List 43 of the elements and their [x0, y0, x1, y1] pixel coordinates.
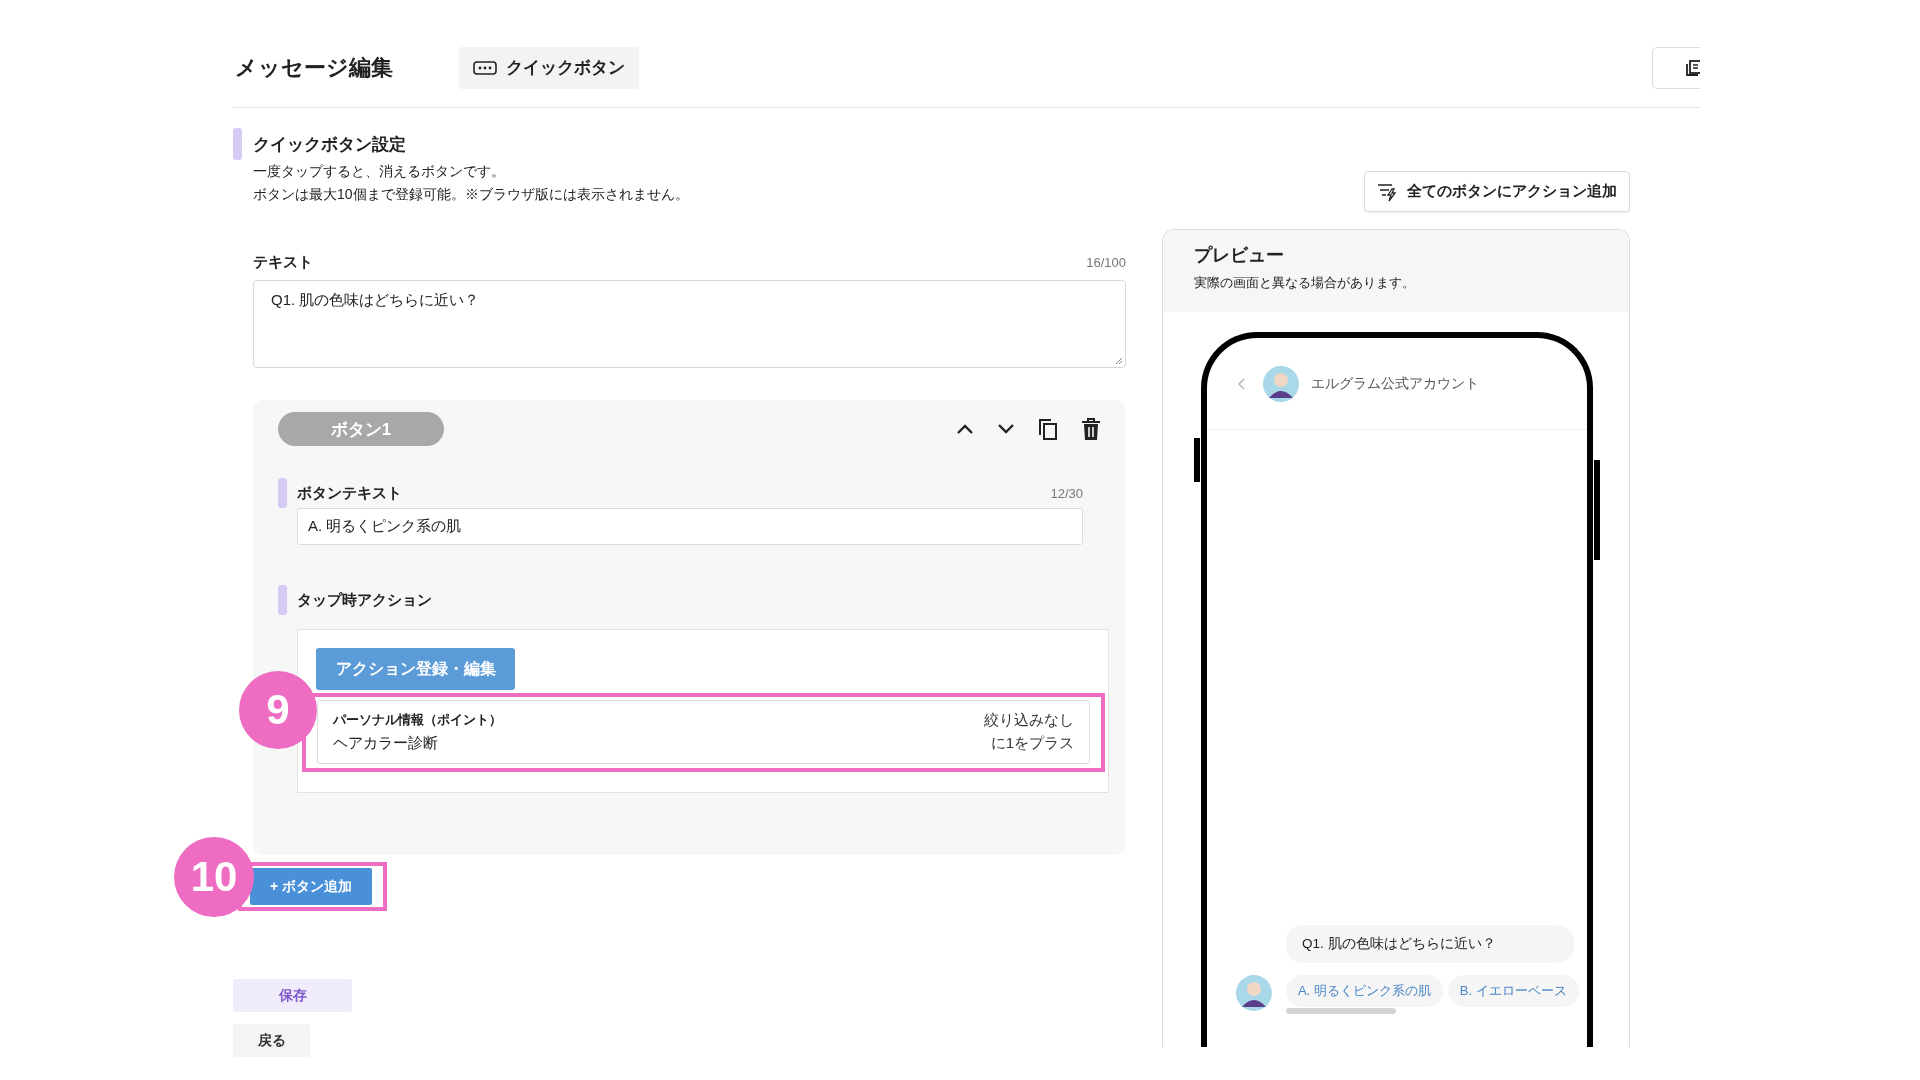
action-condition: 絞り込みなし — [984, 711, 1074, 730]
action-item[interactable]: パーソナル情報（ポイント） 絞り込みなし ヘアカラー診断 に1をプラス — [317, 700, 1090, 764]
header-button[interactable] — [1652, 46, 1700, 89]
step-number-badge: 9 — [239, 671, 317, 749]
document-icon — [1686, 59, 1700, 76]
section-accent-bar — [278, 585, 287, 615]
trash-icon[interactable] — [1081, 418, 1101, 440]
quick-button-tab[interactable]: クイックボタン — [459, 46, 639, 89]
chevron-down-icon[interactable] — [997, 423, 1015, 435]
ellipsis-box-icon — [473, 60, 497, 75]
quick-reply-chip[interactable]: A. 明るくピンク系の肌 — [1285, 975, 1443, 1007]
section-accent-bar — [233, 128, 242, 160]
account-name: エルグラム公式アカウント — [1311, 374, 1479, 393]
filter-lightning-icon — [1377, 181, 1397, 202]
field-label: タップ時アクション — [297, 590, 432, 610]
description-text: 一度タップすると、消えるボタンです。 — [253, 162, 506, 181]
field-label: テキスト — [253, 253, 313, 272]
page-title: メッセージ編集 — [235, 53, 393, 82]
section-accent-bar — [278, 478, 287, 508]
button-number-badge: ボタン1 — [278, 412, 444, 446]
avatar — [1236, 975, 1272, 1011]
description-text: ボタンは最大10個まで登録可能。※ブラウザ版には表示されません。 — [253, 185, 689, 204]
character-count: 12/30 — [1050, 485, 1083, 501]
avatar — [1263, 365, 1299, 402]
back-button[interactable]: 戻る — [233, 1024, 310, 1057]
chevron-up-icon[interactable] — [956, 423, 974, 435]
section-title: クイックボタン設定 — [253, 133, 406, 156]
preview-note: 実際の画面と異なる場合があります。 — [1194, 275, 1416, 292]
character-count: 16/100 — [1086, 255, 1126, 270]
resize-grip-icon[interactable] — [1115, 357, 1123, 365]
preview-title: プレビュー — [1194, 244, 1285, 267]
quick-reply-chip[interactable]: B. イエローベース — [1447, 975, 1579, 1007]
text-area[interactable]: Q1. 肌の色味はどちらに近い？ — [253, 280, 1126, 368]
action-effect: に1をプラス — [989, 734, 1074, 753]
input-field[interactable]: A. 明るくピンク系の肌 — [297, 508, 1083, 545]
action-title: パーソナル情報（ポイント） — [333, 711, 503, 729]
add-action-to-all-button[interactable]: 全てのボタンにアクション追加 — [1364, 171, 1630, 212]
field-label: ボタンテキスト — [297, 483, 402, 503]
action-name: ヘアカラー診断 — [333, 734, 439, 753]
copy-icon[interactable] — [1038, 418, 1058, 440]
message-bubble: Q1. 肌の色味はどちらに近い？ — [1286, 925, 1574, 963]
save-button[interactable]: 保存 — [233, 979, 352, 1012]
step-number-badge: 10 — [174, 837, 254, 917]
